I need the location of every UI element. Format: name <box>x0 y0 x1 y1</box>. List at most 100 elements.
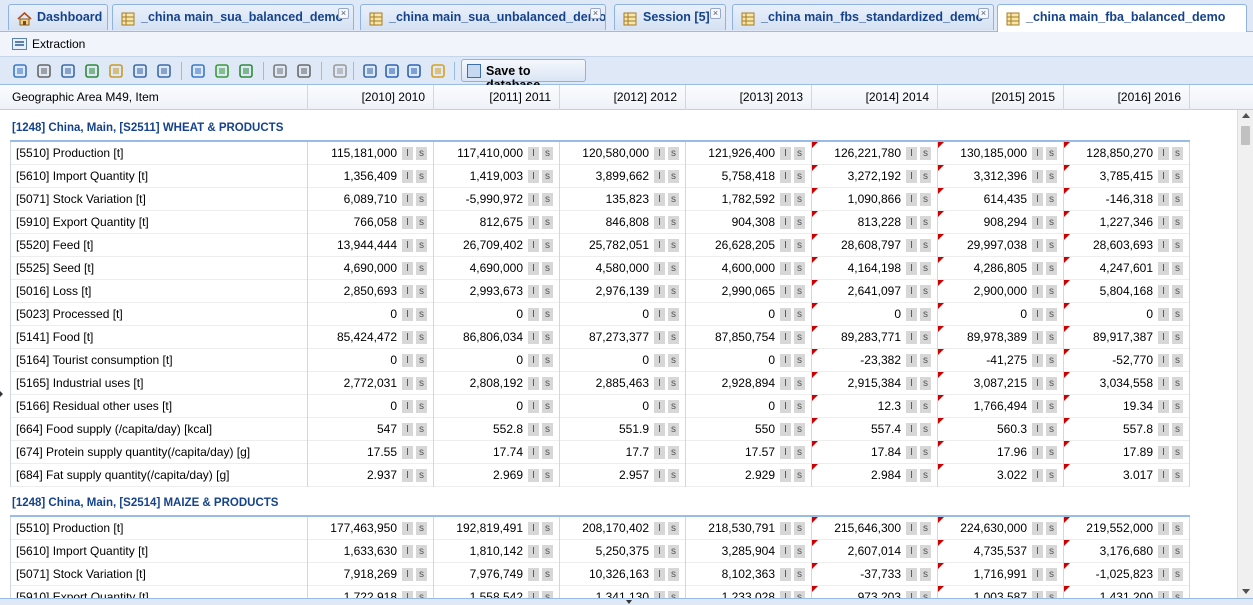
flag-s-badge[interactable]: s <box>794 469 805 482</box>
flag-i-badge[interactable]: I <box>780 331 791 344</box>
value-cell[interactable]: 3,285,904 Is <box>686 540 812 563</box>
value-cell[interactable]: 551.9 Is <box>560 418 686 441</box>
flag-s-badge[interactable]: s <box>794 262 805 275</box>
value-cell[interactable]: 4,690,000 Is <box>308 257 434 280</box>
value-cell[interactable]: 6,089,710 Is <box>308 188 434 211</box>
flag-s-badge[interactable]: s <box>1046 469 1057 482</box>
flag-s-badge[interactable]: s <box>668 285 679 298</box>
flag-i-badge[interactable]: I <box>780 400 791 413</box>
value-cell[interactable]: 1,227,346 Is <box>1064 211 1190 234</box>
flag-s-badge[interactable]: s <box>920 545 931 558</box>
value-cell[interactable]: 2,976,139 Is <box>560 280 686 303</box>
flag-s-badge[interactable]: s <box>794 147 805 160</box>
value-cell[interactable]: 0Is <box>686 303 812 326</box>
flag-s-badge[interactable]: s <box>1046 568 1057 581</box>
tab-0[interactable]: Dashboard <box>8 4 108 30</box>
flag-i-badge[interactable]: I <box>1158 308 1169 321</box>
table-row[interactable]: [5610] Import Quantity [t] 1,633,630 Is 1,8… <box>10 540 1190 563</box>
flag-i-badge[interactable]: I <box>528 469 539 482</box>
clear-icon[interactable] <box>430 63 446 79</box>
flag-s-badge[interactable]: s <box>794 239 805 252</box>
flag-s-badge[interactable]: s <box>542 354 553 367</box>
flag-i-badge[interactable]: I <box>402 469 413 482</box>
value-cell[interactable]: 7,918,269 Is <box>308 563 434 586</box>
value-cell[interactable]: 3,312,396 Is <box>938 165 1064 188</box>
value-cell[interactable]: 904,308 Is <box>686 211 812 234</box>
flag-s-badge[interactable]: s <box>794 285 805 298</box>
flag-s-badge[interactable]: s <box>668 239 679 252</box>
copy-icon[interactable] <box>362 63 378 79</box>
flag-s-badge[interactable]: s <box>1046 377 1057 390</box>
table-row[interactable]: [5510] Production [t] 115,181,000 Is 117,41… <box>10 142 1190 165</box>
value-cell[interactable]: 2,808,192 Is <box>434 372 560 395</box>
flag-i-badge[interactable]: I <box>402 568 413 581</box>
value-cell[interactable]: 2,915,384 Is <box>812 372 938 395</box>
column-header-year[interactable]: [2015] 2015 <box>938 85 1064 110</box>
scroll-down-icon[interactable] <box>1242 589 1250 594</box>
flag-s-badge[interactable]: s <box>1172 377 1183 390</box>
flag-i-badge[interactable]: I <box>654 239 665 252</box>
scroll-up-icon[interactable] <box>1242 113 1250 118</box>
value-cell[interactable]: 1,558,542 Is <box>434 586 560 598</box>
vertical-scrollbar[interactable] <box>1237 110 1253 598</box>
flag-i-badge[interactable]: I <box>1032 262 1043 275</box>
value-cell[interactable]: 135,823 Is <box>560 188 686 211</box>
flag-i-badge[interactable]: I <box>402 545 413 558</box>
flag-i-badge[interactable]: I <box>654 568 665 581</box>
flag-i-badge[interactable]: I <box>654 262 665 275</box>
flag-i-badge[interactable]: I <box>654 170 665 183</box>
flag-s-badge[interactable]: s <box>1172 262 1183 275</box>
flag-s-badge[interactable]: s <box>920 568 931 581</box>
value-cell[interactable]: 10,326,163 Is <box>560 563 686 586</box>
flag-i-badge[interactable]: I <box>528 193 539 206</box>
flag-s-badge[interactable]: s <box>1046 331 1057 344</box>
flag-i-badge[interactable]: I <box>780 170 791 183</box>
flag-s-badge[interactable]: s <box>794 568 805 581</box>
flag-i-badge[interactable]: I <box>654 377 665 390</box>
flag-i-badge[interactable]: I <box>1158 331 1169 344</box>
flag-s-badge[interactable]: s <box>668 446 679 459</box>
group-title[interactable]: [1248] China, Main, [S2511] WHEAT & PROD… <box>12 122 283 134</box>
value-cell[interactable]: 89,978,389 Is <box>938 326 1064 349</box>
value-cell[interactable]: 3,785,415 Is <box>1064 165 1190 188</box>
table-row[interactable]: [5910] Export Quantity [t] 1,722,918 Is 1,5… <box>10 586 1190 598</box>
refresh-icon[interactable] <box>406 63 422 79</box>
flag-s-badge[interactable]: s <box>668 400 679 413</box>
flag-s-badge[interactable]: s <box>1172 591 1183 598</box>
flag-i-badge[interactable]: I <box>1158 170 1169 183</box>
flag-s-badge[interactable]: s <box>542 545 553 558</box>
value-cell[interactable]: 5,804,168 Is <box>1064 280 1190 303</box>
flag-i-badge[interactable]: I <box>906 423 917 436</box>
value-cell[interactable]: 85,424,472 Is <box>308 326 434 349</box>
flag-i-badge[interactable]: I <box>654 285 665 298</box>
value-cell[interactable]: 208,170,402 Is <box>560 517 686 540</box>
flag-i-badge[interactable]: I <box>780 377 791 390</box>
value-cell[interactable]: 0Is <box>308 349 434 372</box>
flag-s-badge[interactable]: s <box>1172 170 1183 183</box>
flag-i-badge[interactable]: I <box>1158 377 1169 390</box>
flag-s-badge[interactable]: s <box>1046 446 1057 459</box>
flag-i-badge[interactable]: I <box>780 193 791 206</box>
flag-i-badge[interactable]: I <box>528 545 539 558</box>
pencil-icon[interactable] <box>332 63 348 79</box>
value-cell[interactable]: 4,164,198 Is <box>812 257 938 280</box>
flag-s-badge[interactable]: s <box>542 377 553 390</box>
flag-i-badge[interactable]: I <box>654 545 665 558</box>
flag-s-badge[interactable]: s <box>542 423 553 436</box>
flag-s-badge[interactable]: s <box>416 170 427 183</box>
value-cell[interactable]: 4,600,000 Is <box>686 257 812 280</box>
value-cell[interactable]: 7,976,749 Is <box>434 563 560 586</box>
flag-i-badge[interactable]: I <box>402 591 413 598</box>
value-cell[interactable]: 17.55 Is <box>308 441 434 464</box>
flag-s-badge[interactable]: s <box>1172 522 1183 535</box>
value-cell[interactable]: 17.96 Is <box>938 441 1064 464</box>
flag-s-badge[interactable]: s <box>920 147 931 160</box>
flag-i-badge[interactable]: I <box>528 285 539 298</box>
flag-s-badge[interactable]: s <box>1046 545 1057 558</box>
flag-s-badge[interactable]: s <box>920 216 931 229</box>
flag-s-badge[interactable]: s <box>920 331 931 344</box>
value-cell[interactable]: 177,463,950 Is <box>308 517 434 540</box>
flag-i-badge[interactable]: I <box>402 147 413 160</box>
shuffle-icon[interactable] <box>12 63 28 79</box>
flag-i-badge[interactable]: I <box>654 193 665 206</box>
